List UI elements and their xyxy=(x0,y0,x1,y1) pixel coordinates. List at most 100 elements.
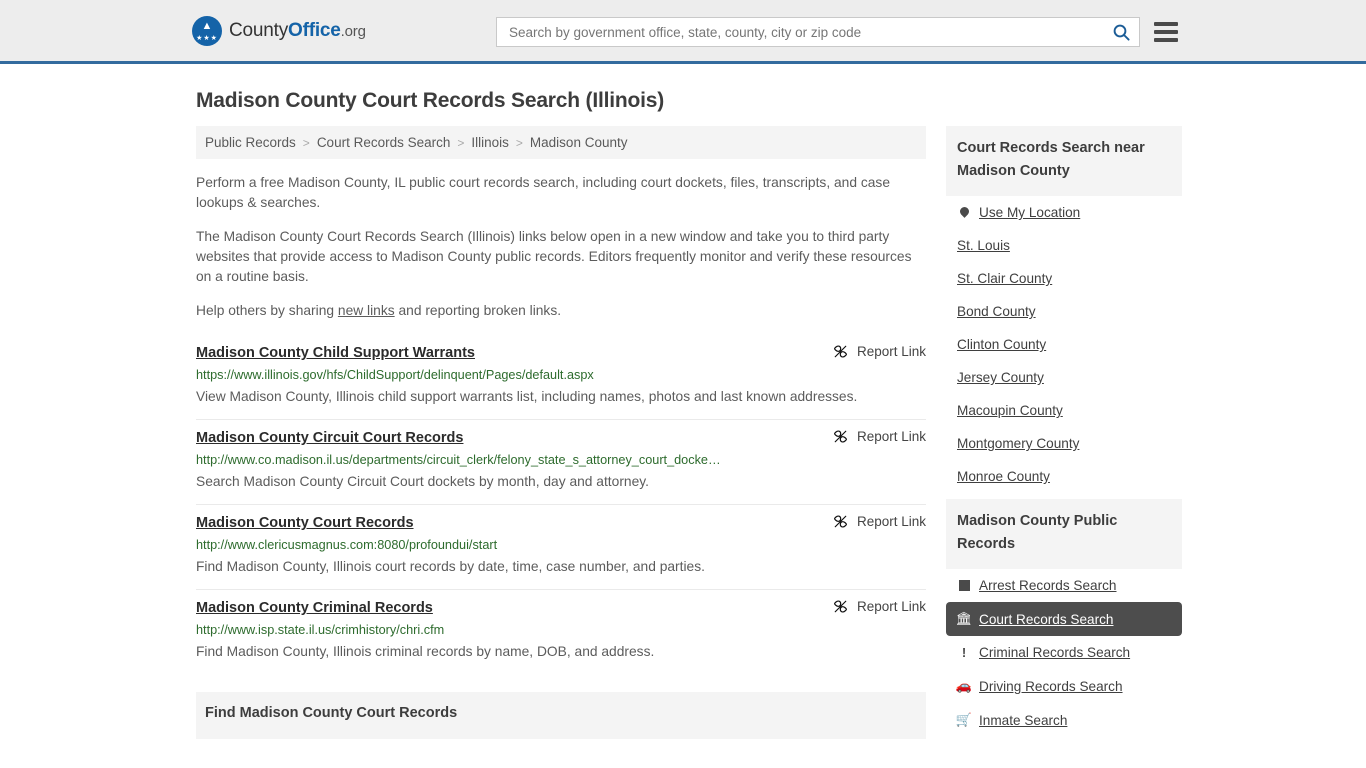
sidebar-item-montgomery-county[interactable]: Montgomery County xyxy=(946,427,1182,460)
logo-text-part2: Office xyxy=(288,19,341,41)
square-icon xyxy=(957,580,971,591)
sidebar: Court Records Search near Madison County… xyxy=(946,126,1182,743)
sidebar-item-label[interactable]: Jersey County xyxy=(957,370,1044,385)
sidebar-item-label[interactable]: Criminal Records Search xyxy=(979,645,1130,660)
report-link-label: Report Link xyxy=(856,514,926,529)
sidebar-item-criminal-records-search[interactable]: ! Criminal Records Search xyxy=(946,636,1182,669)
report-link-label: Report Link xyxy=(856,429,926,444)
sidebar-item-court-records-search[interactable]: 🏛 Court Records Search xyxy=(946,602,1182,636)
report-link-label: Report Link xyxy=(856,599,926,614)
new-links-link[interactable]: new links xyxy=(338,303,395,318)
sidebar-public-records-list: Arrest Records Search 🏛 Court Records Se… xyxy=(946,569,1182,737)
report-link-button[interactable]: Report Link xyxy=(833,428,926,444)
sidebar-item-arrest-records-search[interactable]: Arrest Records Search xyxy=(946,569,1182,602)
sidebar-item-label[interactable]: Bond County xyxy=(957,304,1036,319)
broken-link-icon xyxy=(833,600,847,613)
courthouse-icon: 🏛 xyxy=(955,611,973,626)
search-box[interactable] xyxy=(496,17,1140,47)
report-link-button[interactable]: Report Link xyxy=(833,598,926,614)
result-url: http://www.clericusmagnus.com:8080/profo… xyxy=(196,538,498,552)
sidebar-item-st-louis[interactable]: St. Louis xyxy=(946,229,1182,262)
report-link-button[interactable]: Report Link xyxy=(833,343,926,359)
sidebar-item-label[interactable]: Court Records Search xyxy=(979,612,1113,627)
result-description: Search Madison County Circuit Court dock… xyxy=(196,474,649,489)
intro-paragraph-1: Perform a free Madison County, IL public… xyxy=(196,175,890,210)
sidebar-item-clinton-county[interactable]: Clinton County xyxy=(946,328,1182,361)
site-header: ▲ ★★★ CountyOffice.org xyxy=(0,0,1366,64)
sidebar-item-label[interactable]: Monroe County xyxy=(957,469,1050,484)
page-title: Madison County Court Records Search (Ill… xyxy=(196,89,665,112)
result-header: Madison County Circuit Court Records Rep… xyxy=(196,428,926,448)
result-title-link[interactable]: Madison County Child Support Warrants xyxy=(196,343,475,363)
sidebar-item-label[interactable]: Montgomery County xyxy=(957,436,1079,451)
sidebar-item-label[interactable]: Inmate Search xyxy=(979,713,1067,728)
results-list: Madison County Child Support Warrants Re… xyxy=(196,335,926,674)
result-item: Madison County Circuit Court Records Rep… xyxy=(196,420,926,505)
result-header: Madison County Criminal Records Report L… xyxy=(196,598,926,618)
sidebar-item-label[interactable]: Arrest Records Search xyxy=(979,578,1117,593)
sidebar-card-nearby: Court Records Search near Madison County… xyxy=(946,126,1182,493)
hamburger-bar xyxy=(1154,38,1178,42)
sidebar-item-monroe-county[interactable]: Monroe County xyxy=(946,460,1182,493)
sidebar-item-label[interactable]: St. Clair County xyxy=(957,271,1052,286)
search-icon[interactable] xyxy=(1111,22,1131,42)
hamburger-menu-icon[interactable] xyxy=(1154,22,1178,42)
breadcrumb-item-public-records[interactable]: Public Records xyxy=(205,135,296,150)
breadcrumb-item-illinois[interactable]: Illinois xyxy=(471,135,509,150)
sidebar-item-jersey-county[interactable]: Jersey County xyxy=(946,361,1182,394)
result-description: Find Madison County, Illinois court reco… xyxy=(196,559,705,574)
result-item: Madison County Criminal Records Report L… xyxy=(196,590,926,674)
sidebar-item-label[interactable]: St. Louis xyxy=(957,238,1010,253)
content-columns: Public Records > Court Records Search > … xyxy=(196,126,1182,743)
find-records-section: Find Madison County Court Records xyxy=(196,692,926,739)
report-link-button[interactable]: Report Link xyxy=(833,513,926,529)
sidebar-item-inmate-search[interactable]: 🛒 Inmate Search xyxy=(946,703,1182,737)
logo-text-part1: County xyxy=(229,19,289,41)
result-description: Find Madison County, Illinois criminal r… xyxy=(196,644,655,659)
sidebar-item-driving-records-search[interactable]: 🚗 Driving Records Search xyxy=(946,669,1182,703)
breadcrumb-separator: > xyxy=(515,135,523,150)
sidebar-public-records-heading: Madison County Public Records xyxy=(946,499,1182,569)
broken-link-icon xyxy=(833,515,847,528)
logo-text: CountyOffice.org xyxy=(229,20,366,42)
broken-link-icon xyxy=(833,430,847,443)
eagle-seal-icon: ▲ ★★★ xyxy=(192,15,222,46)
sidebar-item-macoupin-county[interactable]: Macoupin County xyxy=(946,394,1182,427)
sidebar-item-label[interactable]: Use My Location xyxy=(979,205,1080,220)
site-logo[interactable]: ▲ ★★★ CountyOffice.org xyxy=(192,15,366,46)
result-url: http://www.co.madison.il.us/departments/… xyxy=(196,453,721,467)
breadcrumb-item-madison-county[interactable]: Madison County xyxy=(530,135,628,150)
result-title-link[interactable]: Madison County Criminal Records xyxy=(196,598,433,618)
result-url: https://www.illinois.gov/hfs/ChildSuppor… xyxy=(196,368,594,382)
breadcrumb-separator: > xyxy=(457,135,465,150)
find-records-heading: Find Madison County Court Records xyxy=(205,705,458,721)
sidebar-item-label[interactable]: Clinton County xyxy=(957,337,1046,352)
jail-icon: 🛒 xyxy=(955,712,973,727)
intro-section: Perform a free Madison County, IL public… xyxy=(196,159,926,321)
sidebar-item-label[interactable]: Driving Records Search xyxy=(979,679,1123,694)
breadcrumb-item-court-records-search[interactable]: Court Records Search xyxy=(317,135,451,150)
result-title-link[interactable]: Madison County Circuit Court Records xyxy=(196,428,463,448)
header-search-zone xyxy=(496,17,1178,47)
car-icon: 🚗 xyxy=(955,678,973,693)
sidebar-item-st-clair-county[interactable]: St. Clair County xyxy=(946,262,1182,295)
hamburger-bar xyxy=(1154,22,1178,26)
exclamation-icon: ! xyxy=(961,645,967,660)
result-item: Madison County Child Support Warrants Re… xyxy=(196,335,926,420)
breadcrumb-separator: > xyxy=(302,135,310,150)
result-description: View Madison County, Illinois child supp… xyxy=(196,389,858,404)
result-header: Madison County Court Records Report Link xyxy=(196,513,926,533)
sidebar-nearby-list: Use My Location St. Louis St. Clair Coun… xyxy=(946,196,1182,493)
intro-text-before-link: Help others by sharing xyxy=(196,303,338,318)
sidebar-item-bond-county[interactable]: Bond County xyxy=(946,295,1182,328)
intro-paragraph-3: Help others by sharing new links and rep… xyxy=(196,301,926,321)
report-link-label: Report Link xyxy=(856,344,926,359)
breadcrumb: Public Records > Court Records Search > … xyxy=(196,126,926,159)
search-input[interactable] xyxy=(507,23,1111,41)
result-title-link[interactable]: Madison County Court Records xyxy=(196,513,414,533)
result-item: Madison County Court Records Report Link… xyxy=(196,505,926,590)
sidebar-nearby-heading: Court Records Search near Madison County xyxy=(946,126,1182,196)
sidebar-item-label[interactable]: Macoupin County xyxy=(957,403,1063,418)
sidebar-item-use-my-location[interactable]: Use My Location xyxy=(946,196,1182,229)
intro-paragraph-2: The Madison County Court Records Search … xyxy=(196,229,912,284)
